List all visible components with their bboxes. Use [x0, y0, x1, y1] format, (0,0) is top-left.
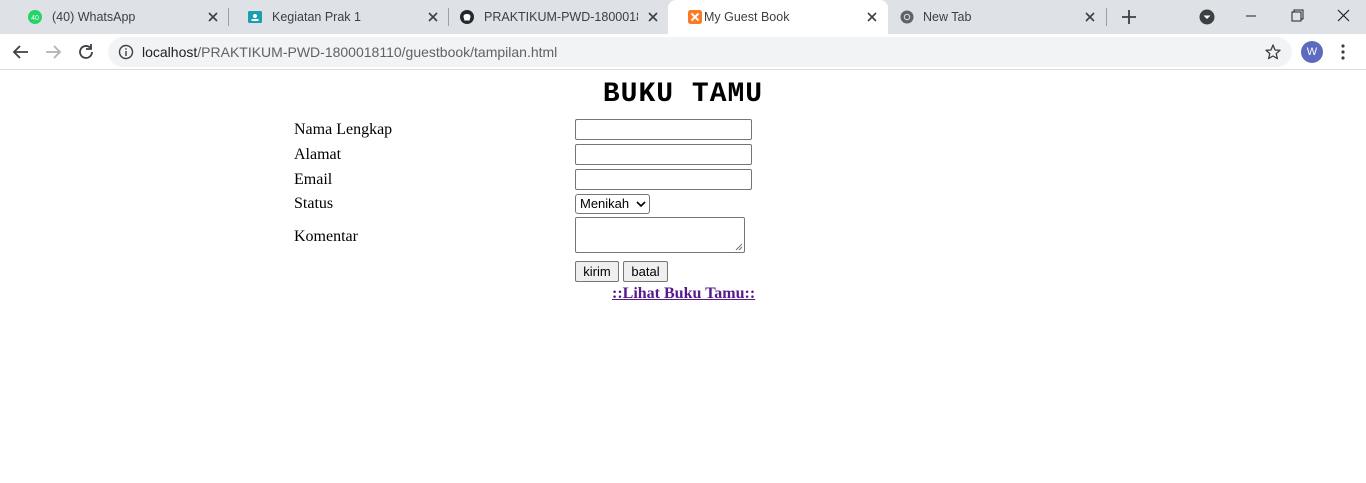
- restore-icon[interactable]: [1282, 4, 1312, 28]
- tab-search-icon[interactable]: [1199, 9, 1215, 25]
- minimize-icon[interactable]: [1236, 4, 1266, 28]
- tab-my-guest-book[interactable]: My Guest Book: [668, 0, 888, 34]
- batal-button[interactable]: batal: [623, 261, 668, 282]
- tab-new-tab[interactable]: New Tab: [888, 0, 1108, 34]
- browser-toolbar: localhost/PRAKTIKUM-PWD-1800018110/guest…: [0, 34, 1366, 70]
- svg-text:40: 40: [31, 15, 39, 22]
- page-content: BUKU TAMU Nama Lengkap Alamat Email Stat…: [0, 71, 1366, 483]
- back-arrow-icon[interactable]: [11, 42, 31, 62]
- email-label: Email: [294, 171, 333, 188]
- whatsapp-icon: 40: [28, 10, 42, 24]
- tab-separator: [1106, 8, 1107, 26]
- profile-avatar[interactable]: W: [1301, 41, 1323, 63]
- status-label: Status: [294, 195, 334, 212]
- tab-title: My Guest Book: [704, 10, 790, 24]
- page-title: BUKU TAMU: [602, 79, 764, 110]
- komentar-label: Komentar: [294, 228, 358, 245]
- nama-input[interactable]: [575, 119, 752, 140]
- tab-title: New Tab: [923, 10, 972, 24]
- alamat-label: Alamat: [294, 146, 342, 163]
- komentar-textarea[interactable]: [575, 217, 745, 253]
- bookmark-star-icon[interactable]: [1264, 43, 1282, 61]
- chrome-icon: [900, 10, 914, 24]
- url-text[interactable]: localhost/PRAKTIKUM-PWD-1800018110/guest…: [142, 44, 557, 60]
- tab-title: PRAKTIKUM-PWD-180001811: [484, 10, 638, 24]
- close-icon[interactable]: [1082, 9, 1098, 25]
- status-select[interactable]: Menikah: [575, 194, 650, 214]
- lihat-buku-tamu-link[interactable]: ::Lihat Buku Tamu::: [612, 285, 755, 303]
- nama-label: Nama Lengkap: [294, 121, 393, 138]
- close-icon[interactable]: [425, 9, 441, 25]
- close-icon[interactable]: [645, 9, 661, 25]
- reload-icon[interactable]: [76, 42, 96, 62]
- tab-kegiatan[interactable]: Kegiatan Prak 1: [228, 0, 448, 34]
- kirim-button[interactable]: kirim: [575, 261, 619, 282]
- xampp-icon: [688, 10, 702, 24]
- url-path: /PRAKTIKUM-PWD-1800018110/guestbook/tamp…: [197, 44, 558, 60]
- resize-grip-icon[interactable]: [735, 243, 743, 251]
- status-selected-value: Menikah: [580, 196, 630, 211]
- info-icon[interactable]: [118, 44, 134, 60]
- new-tab-plus-icon[interactable]: [1119, 7, 1139, 27]
- close-icon[interactable]: [864, 9, 880, 25]
- forward-arrow-icon[interactable]: [43, 42, 63, 62]
- url-host: localhost: [142, 44, 198, 60]
- email-input[interactable]: [575, 169, 752, 190]
- github-icon: [460, 10, 474, 24]
- window-close-icon[interactable]: [1328, 4, 1358, 28]
- chevron-down-icon: [636, 201, 646, 208]
- tab-title: Kegiatan Prak 1: [272, 10, 361, 24]
- tab-whatsapp[interactable]: 40 (40) WhatsApp: [8, 0, 228, 34]
- tab-github[interactable]: PRAKTIKUM-PWD-180001811: [448, 0, 668, 34]
- classroom-icon: [248, 11, 262, 23]
- tab-title: (40) WhatsApp: [52, 10, 136, 24]
- more-menu-icon[interactable]: [1338, 43, 1348, 61]
- close-icon[interactable]: [205, 9, 221, 25]
- alamat-input[interactable]: [575, 144, 752, 165]
- tab-strip: 40 (40) WhatsApp Kegiatan Prak 1 PRAKTIK…: [0, 0, 1366, 34]
- address-bar[interactable]: localhost/PRAKTIKUM-PWD-1800018110/guest…: [108, 37, 1292, 67]
